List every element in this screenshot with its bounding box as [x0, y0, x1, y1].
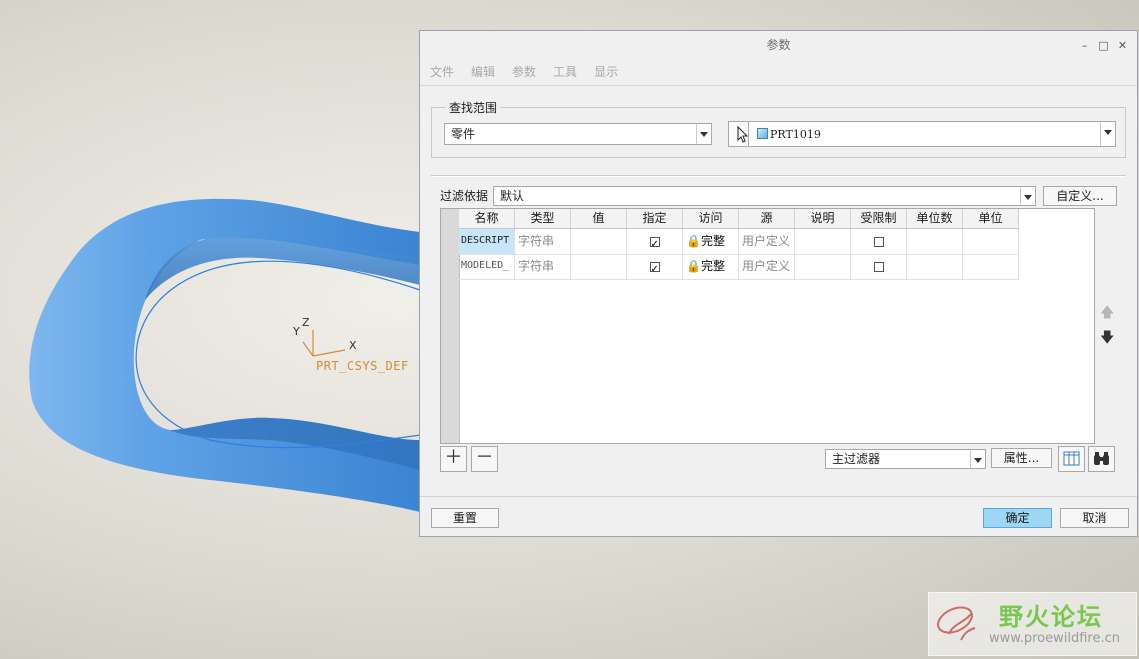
restricted-checkbox[interactable]: [873, 236, 884, 247]
model-dropdown[interactable]: PRT1019: [748, 121, 1116, 147]
filter-value: 默认: [500, 189, 525, 203]
menu-divider: [420, 85, 1137, 86]
properties-button[interactable]: 属性...: [991, 448, 1052, 468]
chevron-down-icon: [1020, 187, 1035, 205]
search-scope-group: 查找范围 零件 PRT1019: [431, 99, 1126, 158]
menu-edit[interactable]: 编辑: [471, 61, 495, 83]
designate-checkbox[interactable]: [649, 233, 660, 254]
table-columns-icon: [1063, 451, 1080, 466]
axis-y-label: Y: [293, 325, 300, 338]
footer-divider: [420, 496, 1137, 497]
description-cell[interactable]: [795, 254, 851, 279]
lock-icon: 🔒: [686, 259, 701, 273]
main-filter-dropdown[interactable]: 主过滤器: [825, 449, 986, 469]
ok-button[interactable]: 确定: [983, 508, 1052, 528]
table-controls: ＋ － 主过滤器 属性...: [440, 446, 1118, 474]
column-header-restricted[interactable]: 受限制: [851, 209, 907, 228]
column-header-source[interactable]: 源: [739, 209, 795, 228]
menu-bar: 文件 编辑 参数 工具 显示: [420, 61, 1137, 83]
forum-watermark: 野火论坛 www.proewildfire.cn: [928, 592, 1137, 656]
scope-type-dropdown[interactable]: 零件: [444, 123, 712, 145]
table-columns-button[interactable]: [1058, 446, 1085, 472]
description-cell[interactable]: [795, 229, 851, 254]
reset-button[interactable]: 重置: [431, 508, 499, 528]
dialog-title: 参数: [766, 38, 791, 52]
maximize-icon[interactable]: □: [1097, 39, 1110, 52]
menu-file[interactable]: 文件: [430, 61, 454, 83]
table-row[interactable]: DESCRIPT 字符串 🔒完整 用户定义: [459, 229, 1019, 255]
search-scope-title: 查找范围: [446, 99, 501, 116]
access-cell[interactable]: 🔒完整: [683, 229, 739, 254]
column-header-value[interactable]: 值: [571, 209, 627, 228]
row-header-column: [441, 209, 460, 443]
customize-button[interactable]: 自定义...: [1043, 186, 1117, 206]
row-order-controls: 🡅 🡇: [1097, 208, 1118, 444]
param-type-cell[interactable]: 字符串: [515, 254, 571, 279]
restricted-cell[interactable]: [851, 254, 907, 279]
unit-cell[interactable]: [963, 254, 1019, 279]
window-controls: – □ ✕: [1078, 31, 1129, 59]
watermark-logo-icon: [937, 606, 976, 641]
minimize-icon[interactable]: –: [1078, 39, 1091, 52]
param-name-cell[interactable]: DESCRIPT: [459, 229, 515, 254]
restricted-checkbox[interactable]: [873, 261, 884, 272]
axis-z-label: Z: [302, 316, 310, 329]
column-header-designate[interactable]: 指定: [627, 209, 683, 228]
filter-dropdown[interactable]: 默认: [493, 186, 1036, 206]
csys-label: PRT_CSYS_DEF: [316, 359, 409, 373]
chevron-down-icon: [696, 124, 711, 144]
move-up-arrow-icon[interactable]: 🡅: [1100, 306, 1114, 320]
parameters-table: 名称 类型 值 指定 访问 源 说明 受限制 单位数 单位 DESCRIPT 字…: [440, 208, 1095, 444]
param-name-cell[interactable]: MODELED_: [459, 254, 515, 279]
column-header-description[interactable]: 说明: [795, 209, 851, 228]
binoculars-icon: [1094, 452, 1109, 465]
menu-display[interactable]: 显示: [594, 61, 618, 83]
model-name: PRT1019: [770, 128, 821, 141]
table-header: 名称 类型 值 指定 访问 源 说明 受限制 单位数 单位: [459, 209, 1019, 229]
access-value: 完整: [700, 259, 725, 273]
designate-checkbox[interactable]: [649, 258, 660, 279]
remove-parameter-button[interactable]: －: [471, 446, 498, 472]
access-cell[interactable]: 🔒完整: [683, 254, 739, 279]
column-header-name[interactable]: 名称: [459, 209, 515, 228]
close-icon[interactable]: ✕: [1116, 39, 1129, 52]
source-cell[interactable]: 用户定义: [739, 254, 795, 279]
access-value: 完整: [700, 234, 725, 248]
table-row[interactable]: MODELED_ 字符串 🔒完整 用户定义: [459, 254, 1019, 280]
designate-cell[interactable]: [627, 229, 683, 254]
add-parameter-button[interactable]: ＋: [440, 446, 467, 472]
search-button[interactable]: [1088, 446, 1115, 472]
menu-tools[interactable]: 工具: [553, 61, 577, 83]
cancel-button[interactable]: 取消: [1060, 508, 1129, 528]
filter-label: 过滤依据: [440, 189, 489, 203]
menu-parameters[interactable]: 参数: [512, 61, 536, 83]
unit-quantity-cell[interactable]: [907, 254, 963, 279]
watermark-url: www.proewildfire.cn: [989, 631, 1120, 646]
chevron-down-icon: [970, 450, 985, 468]
param-type-cell[interactable]: 字符串: [515, 229, 571, 254]
unit-cell[interactable]: [963, 229, 1019, 254]
axis-x-label: X: [349, 339, 357, 352]
main-filter-value: 主过滤器: [832, 452, 881, 466]
parameters-dialog: 参数 – □ ✕ 文件 编辑 参数 工具 显示 查找范围 零件 PRT1019: [419, 30, 1138, 537]
restricted-cell[interactable]: [851, 229, 907, 254]
lock-icon: 🔒: [686, 234, 701, 248]
part-icon: [757, 128, 768, 139]
column-header-unit-quantity[interactable]: 单位数: [907, 209, 963, 228]
param-value-cell[interactable]: [571, 229, 627, 254]
unit-quantity-cell[interactable]: [907, 229, 963, 254]
scope-type-value: 零件: [451, 127, 476, 141]
column-header-access[interactable]: 访问: [683, 209, 739, 228]
chevron-down-icon: [1100, 122, 1115, 146]
param-value-cell[interactable]: [571, 254, 627, 279]
column-header-type[interactable]: 类型: [515, 209, 571, 228]
watermark-title: 野火论坛: [999, 603, 1103, 631]
designate-cell[interactable]: [627, 254, 683, 279]
source-cell[interactable]: 用户定义: [739, 229, 795, 254]
section-divider: [431, 175, 1126, 177]
move-down-arrow-icon[interactable]: 🡇: [1100, 331, 1114, 345]
column-header-unit[interactable]: 单位: [963, 209, 1019, 228]
